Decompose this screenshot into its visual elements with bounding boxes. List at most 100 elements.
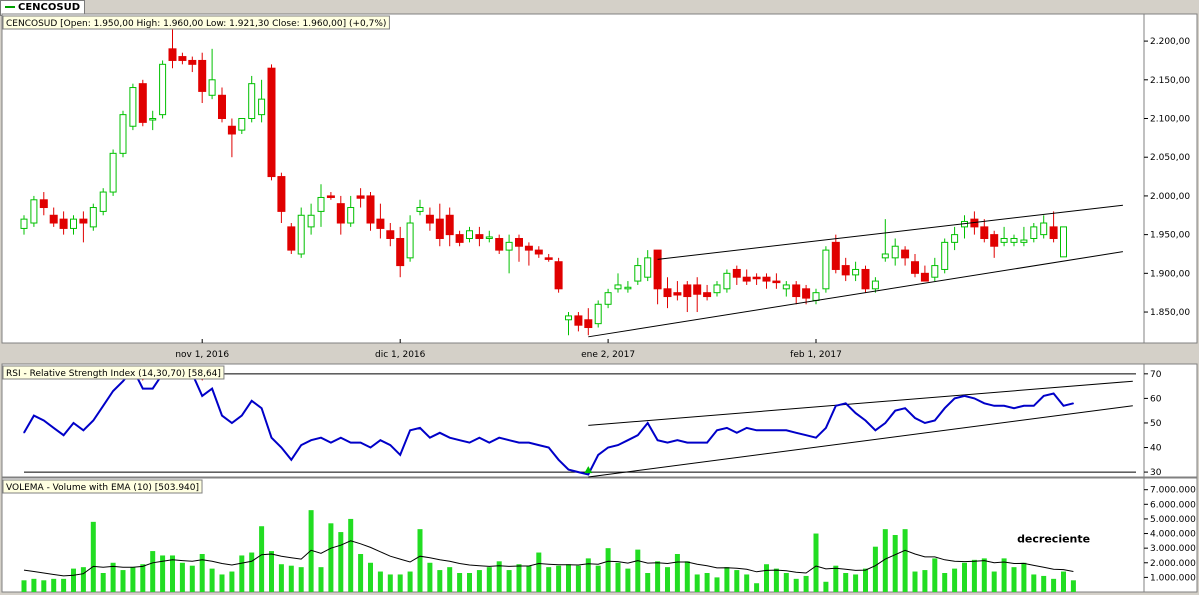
candle-body-down bbox=[703, 292, 712, 298]
candle-body-down bbox=[59, 218, 68, 229]
volume-bar bbox=[110, 562, 116, 592]
rsi-point bbox=[241, 414, 243, 417]
candle-body-up bbox=[406, 222, 414, 259]
candle-body-up bbox=[644, 257, 652, 278]
rsi-point bbox=[508, 439, 510, 441]
candle-body-up bbox=[1020, 239, 1028, 243]
candle-body-down bbox=[1049, 226, 1058, 239]
volume-bar bbox=[902, 529, 908, 592]
candle-body-down bbox=[455, 234, 464, 243]
rsi-point bbox=[983, 402, 985, 404]
rsi-point bbox=[587, 473, 589, 476]
rsi-point bbox=[201, 395, 203, 397]
volume-bar bbox=[823, 581, 829, 592]
candle-body-up bbox=[871, 280, 879, 290]
rsi-point bbox=[746, 427, 748, 429]
rsi-point bbox=[33, 414, 35, 417]
volume-bar bbox=[912, 571, 918, 592]
volume-bar bbox=[764, 564, 769, 592]
candle-body-down bbox=[515, 237, 523, 247]
volume-bar bbox=[259, 526, 265, 592]
volume-bar bbox=[536, 552, 542, 592]
candle-body-down bbox=[49, 214, 58, 224]
price-legend: CENCOSUD [Open: 1.950,00 High: 1.960,00 … bbox=[6, 19, 386, 29]
candle-body-up bbox=[852, 268, 860, 276]
volume-bar bbox=[575, 565, 581, 592]
rsi-point bbox=[637, 434, 639, 436]
rsi-point bbox=[617, 444, 619, 446]
candle-body-down bbox=[386, 230, 395, 239]
candle-body-up bbox=[347, 207, 355, 224]
rsi-point bbox=[1003, 405, 1005, 407]
rsi-point bbox=[152, 387, 154, 390]
candle-body-up bbox=[1060, 226, 1067, 258]
candle-body-up bbox=[941, 241, 949, 270]
rsi-point bbox=[429, 437, 431, 439]
rsi-point bbox=[1023, 405, 1025, 407]
candle-body-up bbox=[624, 286, 632, 290]
rsi-point bbox=[864, 419, 867, 422]
candle-body-down bbox=[336, 203, 345, 224]
candle-body-up bbox=[466, 230, 473, 239]
volume-bar bbox=[447, 567, 453, 592]
volume-bar bbox=[1041, 575, 1047, 592]
volume-bar bbox=[872, 546, 878, 592]
candle-body-up bbox=[20, 218, 28, 229]
rsi-point bbox=[488, 442, 490, 444]
volume-bar bbox=[269, 551, 274, 592]
candle-body-up bbox=[1000, 237, 1008, 243]
rsi-point bbox=[973, 397, 976, 399]
candle-body-down bbox=[39, 199, 48, 209]
volume-bar bbox=[407, 571, 413, 592]
candle-body-down bbox=[376, 218, 385, 229]
volume-bar bbox=[655, 561, 661, 592]
volume-bar bbox=[61, 578, 67, 592]
candle-body-up bbox=[109, 152, 117, 193]
price-panel-axis bbox=[1143, 13, 1198, 344]
rsi-point bbox=[409, 429, 411, 431]
rsi-point bbox=[340, 437, 342, 439]
volume-bar bbox=[130, 567, 136, 592]
rsi-point bbox=[449, 437, 451, 439]
rsi-point bbox=[756, 429, 758, 431]
candle-body-down bbox=[732, 268, 741, 278]
volume-bar bbox=[150, 551, 156, 592]
volume-bar bbox=[981, 558, 987, 592]
rsi-point bbox=[478, 437, 480, 439]
rsi-point bbox=[518, 442, 520, 444]
candle-body-down bbox=[227, 125, 236, 135]
candle-body-up bbox=[297, 214, 305, 255]
candle-body-up bbox=[485, 236, 493, 239]
candle-body-up bbox=[723, 272, 731, 290]
rsi-point bbox=[330, 442, 332, 444]
volume-ytick-label: 4.000.000 bbox=[1150, 530, 1196, 540]
price-xtick-label: dic 1, 2016 bbox=[375, 350, 426, 360]
candle-body-up bbox=[1030, 226, 1038, 239]
volume-bar bbox=[328, 523, 334, 592]
volume-bar bbox=[368, 562, 373, 592]
candle-body-down bbox=[802, 288, 811, 299]
rsi-point bbox=[894, 410, 896, 412]
volume-bar bbox=[71, 568, 76, 592]
volume-bar bbox=[853, 574, 859, 592]
volume-ytick-label: 3.000.000 bbox=[1150, 544, 1196, 554]
volume-ytick-label: 2.000.000 bbox=[1150, 559, 1196, 569]
rsi-point bbox=[211, 387, 213, 390]
volume-ytick-label: 5.000.000 bbox=[1150, 515, 1196, 525]
rsi-point bbox=[290, 459, 292, 461]
rsi-point bbox=[439, 432, 441, 434]
price-panel-plot bbox=[1, 13, 1145, 344]
volume-bar bbox=[189, 565, 195, 592]
volume-bar bbox=[694, 574, 700, 592]
candle-body-down bbox=[683, 284, 692, 298]
candle-body-down bbox=[831, 241, 840, 270]
rsi-point bbox=[528, 442, 530, 444]
candle-body-up bbox=[119, 114, 127, 154]
rsi-point bbox=[1043, 395, 1045, 397]
candle-body-down bbox=[861, 268, 870, 290]
rsi-point bbox=[221, 414, 223, 417]
rsi-point bbox=[1053, 392, 1055, 395]
volume-bar bbox=[90, 521, 96, 592]
volume-annotation: decreciente bbox=[1017, 532, 1090, 545]
candle-body-up bbox=[89, 207, 97, 228]
